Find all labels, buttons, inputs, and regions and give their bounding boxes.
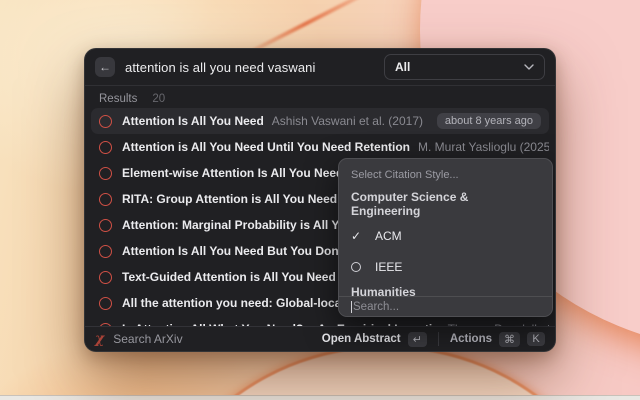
citation-style-dropdown: Select Citation Style... Computer Scienc… bbox=[338, 158, 553, 317]
footer-divider bbox=[438, 332, 439, 346]
check-icon: ✓ bbox=[351, 229, 361, 243]
result-time-badge: about 8 years ago bbox=[437, 113, 541, 129]
filter-dropdown[interactable]: All bbox=[384, 54, 545, 80]
arxiv-result-icon bbox=[99, 115, 112, 128]
extension-name: Search ArXiv bbox=[113, 332, 182, 346]
open-abstract-button[interactable]: Open Abstract bbox=[322, 333, 401, 345]
dropdown-title: Select Citation Style... bbox=[351, 169, 540, 181]
citation-option-ieee[interactable]: IEEE bbox=[345, 254, 546, 279]
arxiv-result-icon bbox=[99, 271, 112, 284]
result-row[interactable]: Attention Is All You Need Ashish Vaswani… bbox=[91, 108, 549, 134]
results-label: Results bbox=[99, 93, 137, 105]
filter-value: All bbox=[395, 60, 410, 74]
footer-bar: χ Search ArXiv Open Abstract ↵ Actions ⌘… bbox=[85, 326, 555, 351]
arxiv-logo-icon: χ bbox=[95, 332, 104, 346]
cmd-key-badge: ⌘ bbox=[499, 332, 520, 347]
enter-key-badge: ↵ bbox=[408, 332, 427, 347]
radio-circle-icon bbox=[351, 262, 361, 272]
arxiv-result-icon bbox=[99, 297, 112, 310]
text-caret bbox=[351, 301, 352, 313]
result-title: Attention Is All You Need bbox=[122, 114, 264, 128]
search-input[interactable]: attention is all you need vaswani bbox=[125, 60, 315, 75]
results-header: Results 20 bbox=[85, 86, 555, 108]
arxiv-result-icon bbox=[99, 219, 112, 232]
section-header-cs: Computer Science & Engineering bbox=[351, 190, 540, 218]
raycast-window: ← attention is all you need vaswani All … bbox=[84, 48, 556, 352]
arxiv-result-icon bbox=[99, 245, 112, 258]
arxiv-result-icon bbox=[99, 167, 112, 180]
dropdown-search-bar bbox=[339, 296, 552, 316]
results-count: 20 bbox=[152, 93, 165, 105]
chevron-down-icon bbox=[524, 64, 534, 70]
citation-option-acm[interactable]: ✓ ACM bbox=[345, 223, 546, 248]
citation-option-label: IEEE bbox=[375, 260, 402, 274]
result-row[interactable]: Attention is All You Need Until You Need… bbox=[91, 134, 549, 160]
result-author: Ashish Vaswani et al. (2017) bbox=[272, 114, 423, 128]
citation-option-label: ACM bbox=[375, 229, 402, 243]
arxiv-result-icon bbox=[99, 193, 112, 206]
result-title: Attention is All You Need Until You Need… bbox=[122, 140, 410, 154]
back-arrow-icon: ← bbox=[99, 60, 111, 74]
search-topbar: ← attention is all you need vaswani All bbox=[85, 49, 555, 86]
arxiv-result-icon bbox=[99, 141, 112, 154]
result-author: M. Murat Yaslioglu (2025) bbox=[418, 140, 549, 154]
back-button[interactable]: ← bbox=[95, 57, 115, 77]
result-title: Element-wise Attention Is All You Need bbox=[122, 166, 343, 180]
dropdown-search-input[interactable] bbox=[353, 301, 540, 313]
screen-bottom-strip bbox=[0, 395, 640, 400]
actions-button[interactable]: Actions bbox=[450, 333, 492, 345]
k-key-badge: K bbox=[527, 332, 545, 346]
